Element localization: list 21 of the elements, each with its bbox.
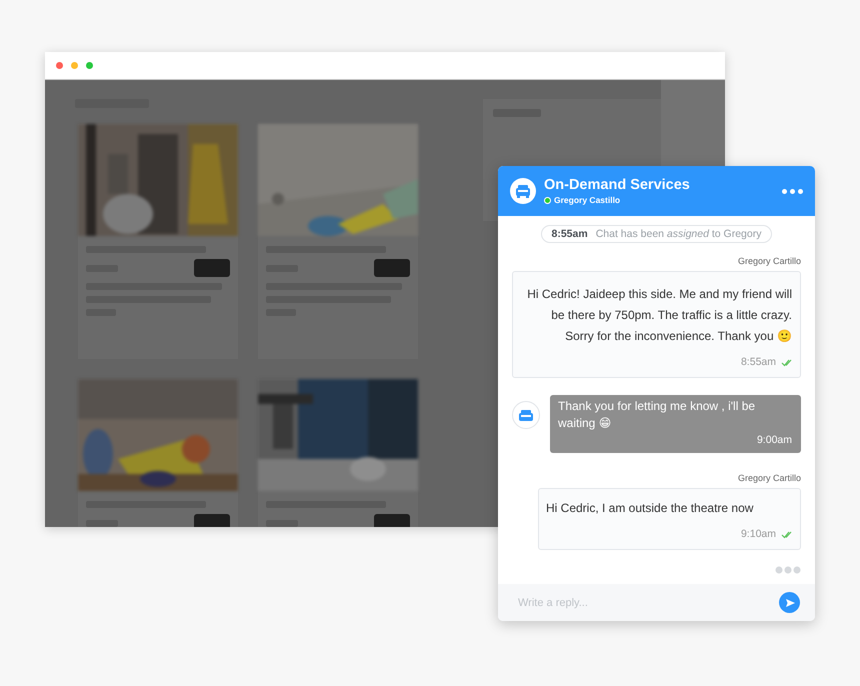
window-control-dot[interactable] — [71, 62, 78, 69]
message-text: Hi Cedric! Jaideep this side. Me and my friend will be there by 750pm. The traffic is a little crazy. Sorry for the inconvenience. Thank you 🙂 — [527, 287, 792, 343]
send-button[interactable] — [779, 592, 800, 613]
sender-name: Gregory Cartillo — [738, 473, 801, 483]
note-time: 8:55am — [552, 228, 588, 240]
window-control-dot[interactable] — [56, 62, 63, 69]
chat-title: On-Demand Services — [544, 177, 691, 193]
message-time: 8:55am — [740, 355, 776, 370]
message-text: Hi Cedric, I am outside the theatre now — [546, 501, 754, 515]
message-time: 9:10am — [740, 527, 776, 542]
car-icon — [516, 407, 536, 423]
note-text: Chat has been assigned to Gregory — [596, 228, 762, 240]
message-text: Thank you for letting me know , i'll be waiting 😁 — [558, 399, 756, 430]
agent-name: Gregory Castillo — [554, 195, 620, 205]
window-control-dot[interactable] — [86, 62, 93, 69]
sender-name: Gregory Cartillo — [738, 256, 801, 266]
car-icon — [513, 182, 533, 200]
message-time: 9:00am — [756, 433, 792, 448]
blurred-text — [266, 520, 298, 526]
blurred-text — [86, 520, 118, 526]
send-icon — [784, 596, 796, 608]
